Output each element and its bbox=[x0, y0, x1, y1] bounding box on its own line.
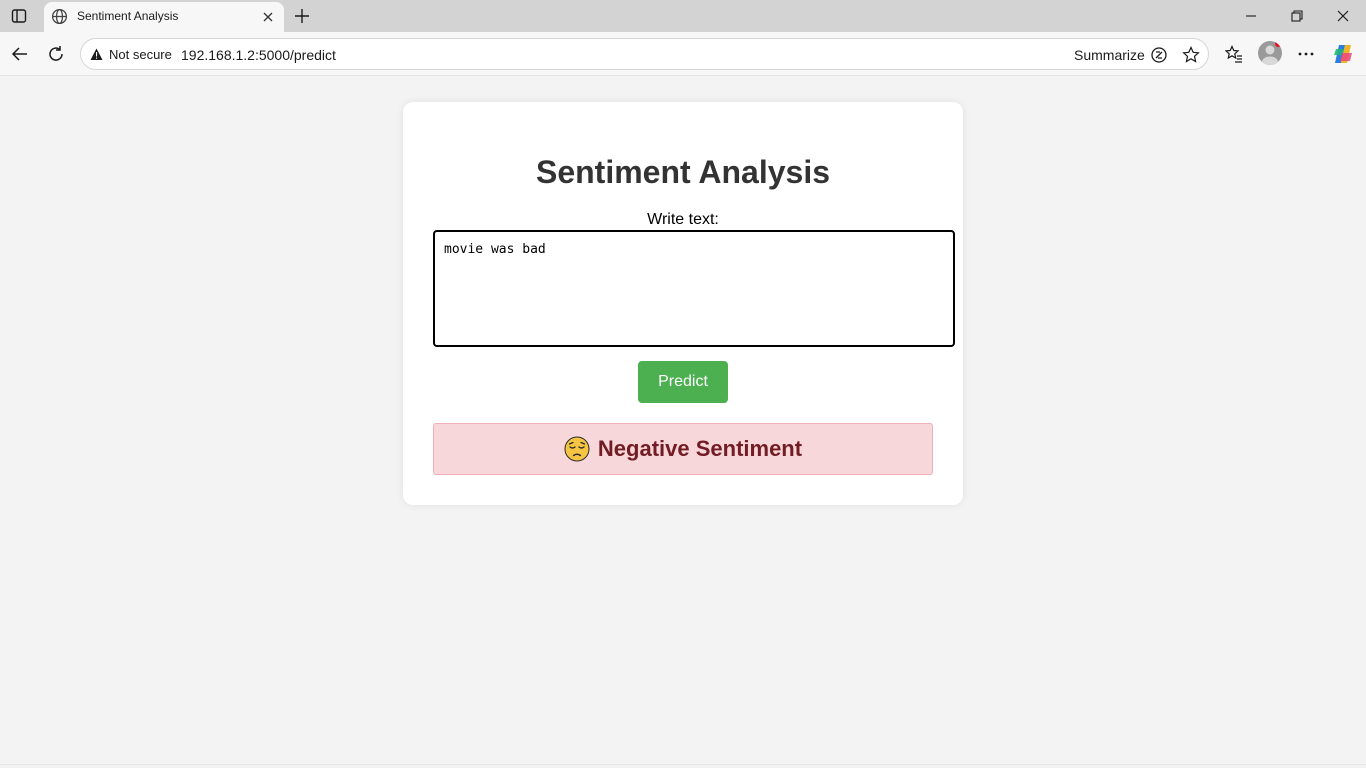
summarize-button[interactable]: Summarize bbox=[1074, 47, 1145, 63]
back-icon[interactable] bbox=[9, 43, 31, 65]
sentiment-card: Sentiment Analysis Write text: movie was… bbox=[403, 102, 963, 505]
browser-toolbar: Not secure 192.168.1.2:5000/predict Summ… bbox=[0, 32, 1366, 76]
notification-dot bbox=[1275, 41, 1281, 47]
minimize-icon[interactable] bbox=[1228, 0, 1274, 32]
bottom-edge bbox=[0, 764, 1366, 768]
result-text: Negative Sentiment bbox=[597, 436, 803, 461]
predict-button[interactable]: Predict bbox=[638, 361, 728, 403]
warning-icon[interactable] bbox=[90, 48, 103, 61]
result-banner: Negative Sentiment bbox=[433, 423, 933, 475]
globe-icon bbox=[51, 8, 68, 25]
pensive-face-icon bbox=[564, 436, 590, 462]
address-bar[interactable]: Not secure 192.168.1.2:5000/predict Summ… bbox=[80, 38, 1209, 70]
close-tab-icon[interactable] bbox=[260, 9, 276, 25]
refresh-icon[interactable] bbox=[45, 43, 67, 65]
more-options-icon[interactable] bbox=[1295, 43, 1317, 65]
page-title: Sentiment Analysis bbox=[535, 154, 830, 190]
restore-icon[interactable] bbox=[1274, 0, 1320, 32]
input-label: Write text: bbox=[647, 211, 719, 228]
profile-avatar[interactable] bbox=[1258, 41, 1282, 65]
close-window-icon[interactable] bbox=[1320, 0, 1366, 32]
read-aloud-icon[interactable] bbox=[1149, 45, 1169, 65]
not-secure-label[interactable]: Not secure bbox=[109, 47, 172, 62]
browser-tab[interactable]: Sentiment Analysis bbox=[44, 2, 284, 32]
tab-actions-icon[interactable] bbox=[8, 5, 30, 27]
new-tab-icon[interactable] bbox=[291, 5, 313, 27]
url-text[interactable]: 192.168.1.2:5000/predict bbox=[181, 47, 336, 63]
copilot-icon[interactable] bbox=[1332, 43, 1354, 65]
tab-bar: Sentiment Analysis bbox=[0, 0, 1366, 32]
favorites-icon[interactable] bbox=[1223, 43, 1245, 65]
tab-title: Sentiment Analysis bbox=[77, 9, 179, 23]
text-input[interactable]: movie was bad bbox=[433, 230, 955, 347]
favorite-star-icon[interactable] bbox=[1181, 45, 1201, 65]
